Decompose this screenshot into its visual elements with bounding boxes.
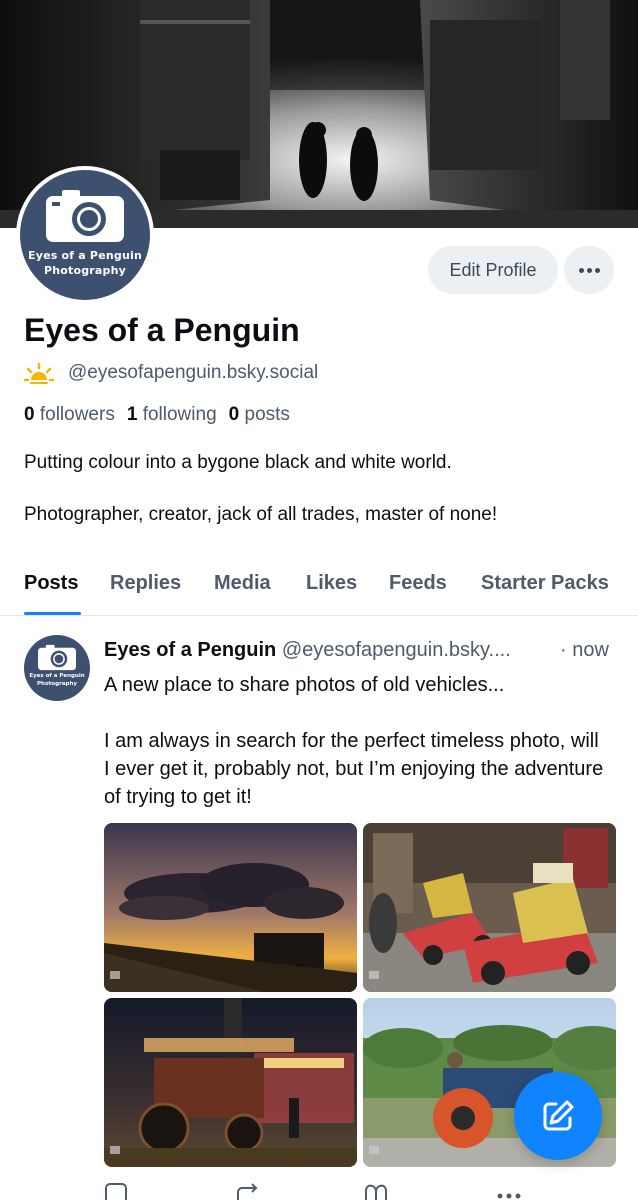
post-actions	[0, 1182, 638, 1200]
like-icon[interactable]	[364, 1182, 388, 1200]
posts-stat: 0 posts	[229, 404, 290, 426]
post-paragraph: A new place to share photos of old vehic…	[104, 674, 505, 696]
post-image-stock-car[interactable]	[363, 823, 616, 992]
ellipsis-dot	[594, 267, 600, 273]
bio-line: Putting colour into a bygone black and w…	[24, 452, 452, 473]
posts-count: 0	[228, 404, 240, 425]
ellipsis-dot	[586, 267, 592, 273]
following-label: following	[142, 404, 217, 425]
ellipsis-icon	[578, 267, 584, 273]
followers-stat[interactable]: 0 followers	[24, 404, 115, 426]
bio-line: Photographer, creator, jack of all trade…	[24, 504, 498, 525]
posts-label: posts	[244, 404, 290, 425]
profile-bio: Putting colour into a bygone black and w…	[24, 450, 624, 554]
followers-count: 0	[24, 404, 35, 425]
brand-tagline: Photography	[37, 680, 77, 687]
profile-more-button[interactable]	[564, 246, 614, 294]
tab-likes[interactable]: Likes	[306, 572, 357, 595]
post-header: Eyes of a Penguin @eyesofapenguin.bsky..…	[104, 639, 614, 662]
compose-button[interactable]	[514, 1072, 602, 1160]
sun-icon	[24, 362, 54, 384]
active-tab-indicator	[24, 612, 81, 615]
repost-icon[interactable]	[234, 1182, 260, 1200]
tab-starter-packs[interactable]: Starter Packs	[481, 572, 609, 595]
reply-icon[interactable]	[104, 1182, 128, 1200]
brand-tagline: Photography	[43, 264, 127, 277]
post-paragraph: I am always in search for the perfect ti…	[104, 730, 604, 808]
profile-tabs: Posts Replies Media Likes Feeds Starter …	[0, 566, 638, 616]
camera-icon	[46, 190, 124, 242]
following-count: 1	[126, 404, 138, 425]
brand-name: Eyes of a Penguin	[29, 673, 85, 679]
tab-feeds[interactable]: Feeds	[389, 572, 447, 595]
following-stat[interactable]: 1 following	[127, 404, 217, 426]
post-author[interactable]: Eyes of a Penguin	[104, 639, 276, 661]
tab-media[interactable]: Media	[214, 572, 271, 595]
more-icon[interactable]	[496, 1182, 522, 1200]
post-timestamp[interactable]: · now	[560, 639, 609, 662]
post-handle[interactable]: @eyesofapenguin.bsky....	[282, 639, 511, 661]
profile-handle-row: @eyesofapenguin.bsky.social	[24, 362, 318, 384]
tab-posts[interactable]: Posts	[24, 572, 78, 595]
profile-stats: 0 followers 1 following 0 posts	[24, 404, 290, 426]
compose-icon	[543, 1100, 574, 1131]
post-text: A new place to share photos of old vehic…	[104, 671, 604, 839]
tab-replies[interactable]: Replies	[110, 572, 181, 595]
edit-profile-button[interactable]: Edit Profile	[428, 246, 558, 294]
camera-icon	[38, 644, 76, 671]
post-image-locomotive[interactable]	[104, 823, 357, 992]
profile-display-name: Eyes of a Penguin	[24, 312, 300, 348]
post-image-traction-engine[interactable]	[104, 998, 357, 1167]
profile-avatar[interactable]: Eyes of a Penguin Photography	[16, 166, 154, 304]
post-avatar[interactable]: Eyes of a Penguin Photography	[24, 635, 90, 701]
profile-handle[interactable]: @eyesofapenguin.bsky.social	[68, 362, 318, 384]
followers-label: followers	[39, 404, 115, 425]
brand-name: Eyes of a Penguin	[27, 249, 142, 262]
